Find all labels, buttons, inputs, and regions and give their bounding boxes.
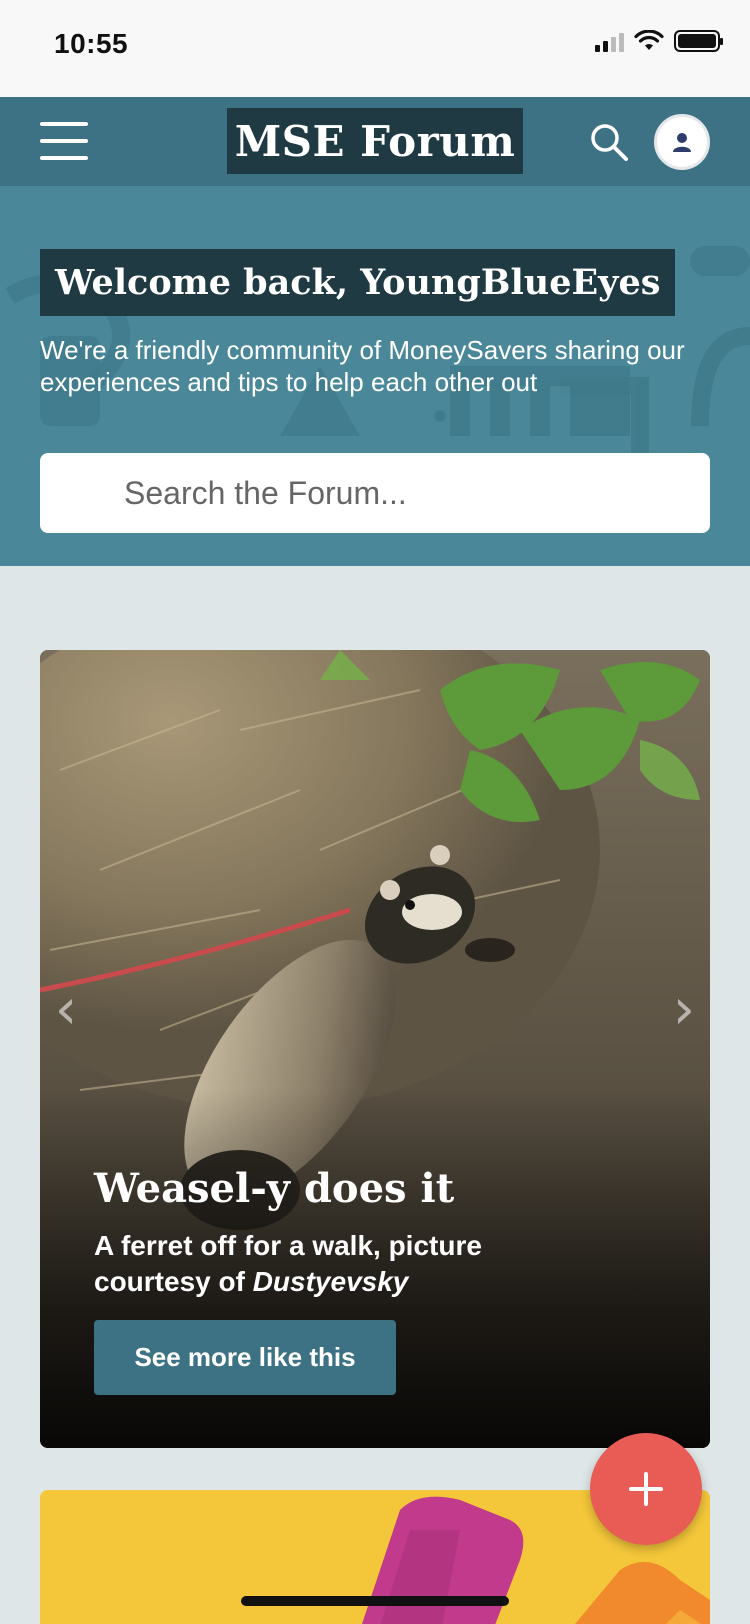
wifi-icon [634, 30, 664, 50]
forum-search-input[interactable] [40, 453, 710, 533]
feature-card[interactable]: ‹ › Weasel-y does it A ferret off for a … [40, 650, 710, 1448]
chevron-left-icon[interactable]: ‹ [46, 980, 86, 1040]
feature-author: Dustyevsky [252, 1266, 409, 1297]
hero-subtitle: We're a friendly community of MoneySaver… [40, 335, 685, 397]
hero-banner: Welcome back, YoungBlueEyes We're a frie… [0, 186, 750, 566]
see-more-button[interactable]: See more like this [94, 1320, 396, 1395]
status-time: 10:55 [54, 28, 129, 59]
status-bar: 10:55 [0, 0, 750, 97]
plus-icon [629, 1472, 663, 1506]
welcome-title: Welcome back, YoungBlueEyes [40, 249, 676, 316]
site-logo[interactable]: MSE Forum [227, 108, 523, 174]
user-avatar-icon [673, 133, 691, 152]
search-icon[interactable] [588, 121, 630, 163]
new-post-button[interactable] [590, 1433, 702, 1545]
app-header: MSE Forum [0, 97, 750, 186]
chevron-right-icon[interactable]: › [664, 980, 704, 1040]
cellular-signal-icon [595, 30, 624, 52]
feature-title: Weasel-y does it [94, 1165, 455, 1212]
status-icons [595, 30, 723, 52]
home-indicator[interactable] [241, 1596, 509, 1606]
battery-icon [674, 30, 723, 52]
user-avatar-button[interactable] [654, 114, 710, 170]
hamburger-menu-icon[interactable] [40, 122, 88, 160]
feature-description: A ferret off for a walk, picture courtes… [94, 1228, 594, 1300]
